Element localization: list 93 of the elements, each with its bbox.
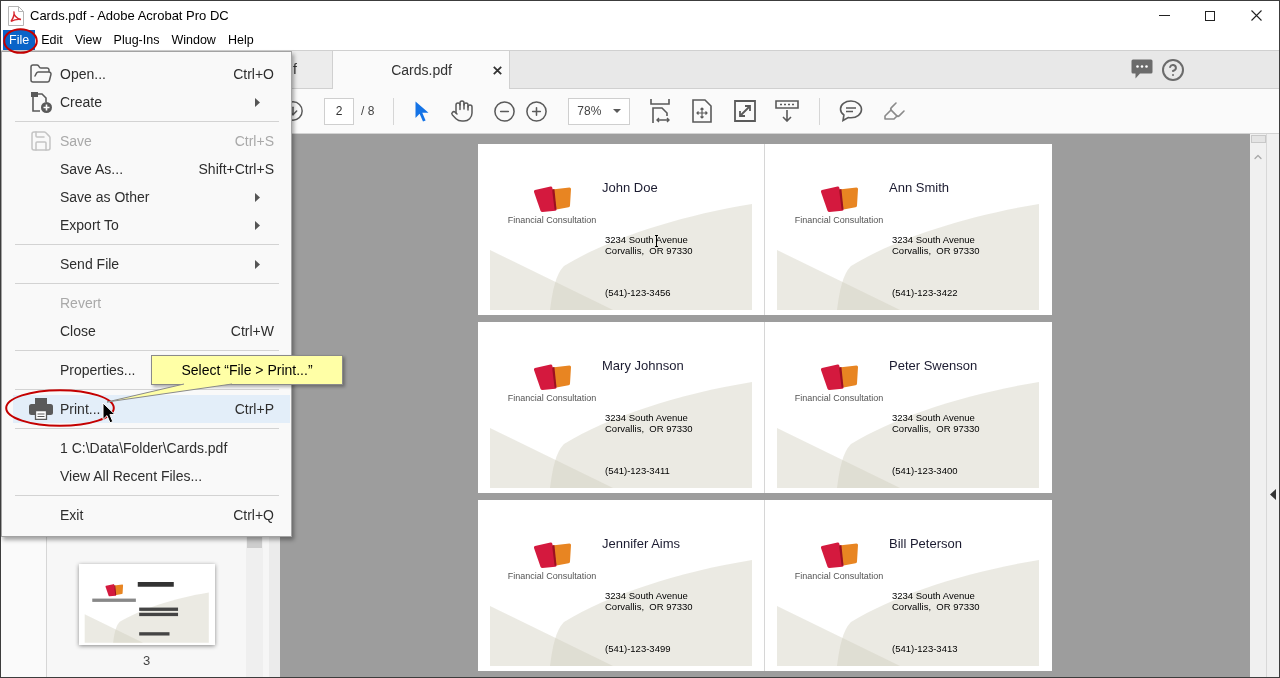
page-number-field[interactable]: 2 [324, 97, 354, 125]
card-name: Jennifer Aims [602, 536, 682, 552]
close-icon [1250, 10, 1262, 21]
shortcut-text: Ctrl+S [234, 131, 274, 151]
full-screen-icon[interactable] [734, 100, 757, 122]
menu-item[interactable]: View All Recent Files... [13, 462, 290, 490]
document-plus-icon [29, 90, 53, 114]
caret-left-icon[interactable] [1270, 489, 1276, 500]
company-name: Financial Consultation [507, 215, 597, 226]
read-mode-icon[interactable] [775, 100, 800, 122]
menu-item[interactable]: Save as Other [13, 183, 290, 211]
menu-item[interactable]: 1 C:\Data\Folder\Cards.pdf [13, 434, 290, 462]
zoom-in-icon[interactable] [525, 99, 549, 123]
company-name: Financial Consultation [507, 571, 597, 582]
address-line: 3234 South Avenue [605, 412, 689, 423]
address-line: Corvallis, OR 97330 [892, 245, 980, 256]
scrollbar-track[interactable] [1250, 134, 1266, 677]
phone-number: (541)-123-3411 [604, 465, 671, 476]
caret-down-icon [613, 109, 622, 113]
close-tab-icon[interactable] [493, 65, 502, 75]
window-title: Cards.pdf - Adobe Acrobat Pro DC [30, 6, 229, 25]
pdf-file-icon [8, 5, 24, 26]
fit-width-icon[interactable] [649, 99, 672, 123]
menu-item[interactable]: Exit Ctrl+Q [13, 501, 290, 529]
comment-icon[interactable] [839, 100, 864, 122]
fit-page-icon[interactable] [692, 99, 713, 123]
shortcut-text: Ctrl+P [234, 399, 274, 419]
phone-number: (541)-123-3499 [604, 643, 672, 654]
menu-item[interactable]: Save As... Shift+Ctrl+S [13, 155, 290, 183]
pointer-icon[interactable] [415, 100, 430, 122]
address-line: Corvallis, OR 97330 [605, 245, 693, 256]
phone-number: (541)-123-3400 [891, 465, 959, 476]
card-name: John Doe [602, 180, 659, 196]
address-line: 3234 South Avenue [605, 590, 689, 601]
address-line: 3234 South Avenue [892, 590, 976, 601]
card-name: Bill Peterson [889, 536, 963, 552]
logo-icon [820, 364, 858, 390]
logo-icon [533, 364, 571, 390]
menu-bar-item[interactable]: Window [165, 30, 222, 50]
address-line: Corvallis, OR 97330 [892, 423, 980, 434]
phone-number: (541)-123-3456 [604, 287, 672, 298]
phone-number: (541)-123-3413 [891, 643, 959, 654]
chat-bubble-icon[interactable] [1131, 59, 1153, 80]
menu-item[interactable]: Create [13, 88, 290, 116]
phone-number: (541)-123-3422 [891, 287, 959, 298]
scrollbar-thumb[interactable] [1250, 135, 1266, 143]
minimize-icon [1158, 15, 1170, 16]
company-name: Financial Consultation [794, 393, 884, 404]
highlight-ellipse [3, 28, 38, 54]
card-name: Ann Smith [889, 180, 950, 196]
address-line: Corvallis, OR 97330 [605, 423, 693, 434]
page-count-label: / 8 [361, 103, 375, 120]
address-line: 3234 South Avenue [892, 234, 976, 245]
help-icon[interactable] [1161, 57, 1185, 82]
menu-bar-item[interactable]: View [68, 30, 108, 50]
shortcut-text: Shift+Ctrl+S [198, 159, 274, 179]
logo-icon [533, 186, 571, 212]
menu-item[interactable]: Export To [13, 211, 290, 239]
page-thumbnail-drawing[interactable] [78, 563, 215, 645]
shortcut-text: Ctrl+W [230, 321, 274, 341]
maximize-icon [1205, 10, 1215, 21]
card-name: Peter Swenson [889, 358, 979, 374]
logo-icon [820, 186, 858, 212]
company-name: Financial Consultation [507, 393, 597, 404]
menu-item[interactable]: Send File [13, 250, 290, 278]
shortcut-text: Ctrl+Q [233, 505, 274, 525]
document-tab[interactable]: Cards.pdf [332, 51, 510, 89]
menu-bar-item[interactable]: Edit [35, 30, 69, 50]
address-line: 3234 South Avenue [892, 412, 976, 423]
address-line: Corvallis, OR 97330 [605, 601, 693, 612]
folder-icon [29, 62, 53, 86]
menu-item[interactable]: Open... Ctrl+O [13, 60, 290, 88]
printer-icon [29, 398, 53, 420]
address-line: 3234 South Avenue [605, 234, 689, 245]
menu-bar-item[interactable]: Help [221, 30, 260, 50]
zoom-out-icon[interactable] [493, 99, 517, 123]
save-icon [29, 129, 53, 153]
logo-icon [820, 542, 858, 568]
company-name: Financial Consultation [794, 215, 884, 226]
highlighter-icon[interactable] [882, 99, 907, 123]
logo-icon [533, 542, 571, 568]
page-number-label: 3 [142, 651, 151, 670]
card-name: Mary Johnson [602, 358, 685, 374]
address-line: Corvallis, OR 97330 [892, 601, 980, 612]
mouse-cursor-icon [102, 402, 116, 424]
zoom-dropdown[interactable]: 78% [568, 97, 631, 125]
menu-item[interactable]: Close Ctrl+W [13, 317, 290, 345]
shortcut-text: Ctrl+O [233, 64, 274, 84]
menu-bar-item[interactable]: Plug-Ins [107, 30, 166, 50]
hand-icon[interactable] [450, 99, 475, 123]
document-tab[interactable]: f [291, 51, 332, 89]
company-name: Financial Consultation [794, 571, 884, 582]
menu-item[interactable]: Print... Ctrl+P [13, 395, 290, 423]
